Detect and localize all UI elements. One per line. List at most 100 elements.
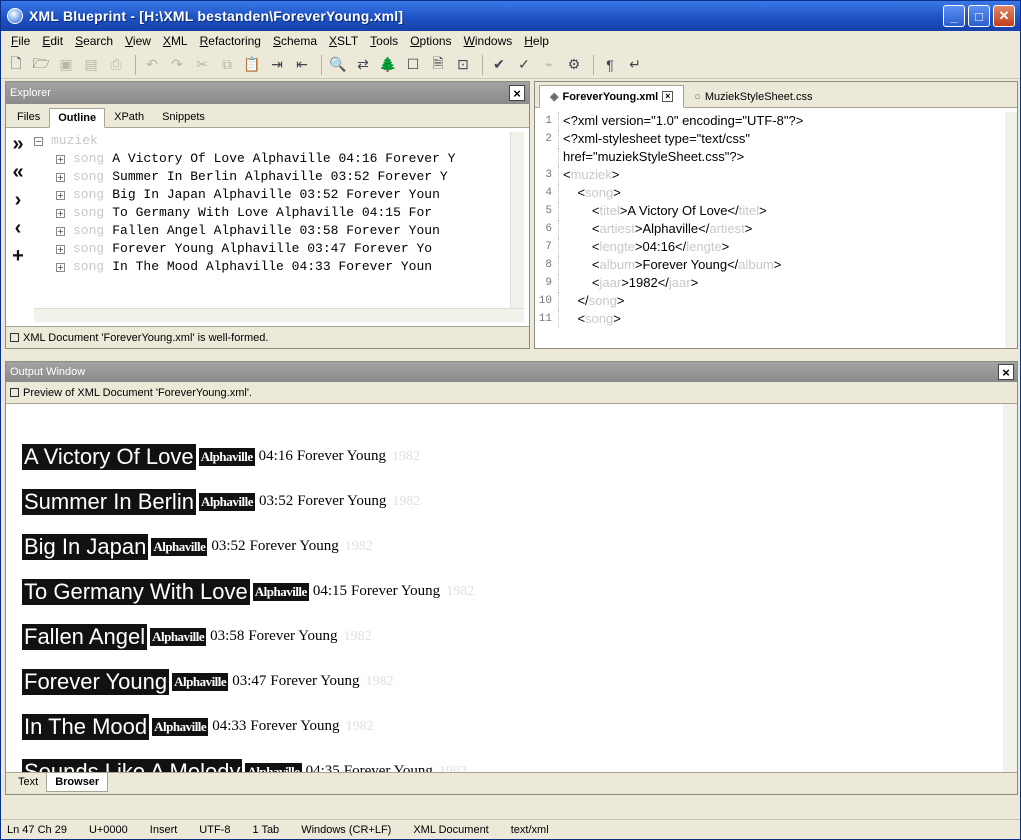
line-content: <lengte>04:16</lengte> xyxy=(563,238,729,256)
menu-view[interactable]: View xyxy=(119,34,157,48)
checkmark-green-icon[interactable]: ✓ xyxy=(513,54,535,76)
xml-tag-name: titel xyxy=(738,203,759,218)
status-item: U+0000 xyxy=(88,823,128,836)
xml-text: > xyxy=(758,203,767,218)
paste-icon[interactable]: 📋 xyxy=(241,54,263,76)
tree-root-tag: muziek xyxy=(51,133,98,148)
expand-icon[interactable]: › xyxy=(6,186,30,214)
wrap-icon[interactable]: ↵ xyxy=(624,54,646,76)
code-line: 10 </song> xyxy=(535,292,1005,310)
menu-help[interactable]: Help xyxy=(518,34,555,48)
save-all-icon[interactable]: ▤ xyxy=(80,54,102,76)
menu-windows[interactable]: Windows xyxy=(458,34,519,48)
find-icon[interactable]: 🔍 xyxy=(327,54,349,76)
menu-file[interactable]: File xyxy=(5,34,36,48)
xml-text: <?xml version="1.0" encoding="UTF-8"?> xyxy=(563,113,804,128)
menu-xml[interactable]: XML xyxy=(157,34,194,48)
outline-horizontal-scrollbar[interactable] xyxy=(34,308,524,322)
menu-xslt[interactable]: XSLT xyxy=(323,34,364,48)
tab-outline[interactable]: Outline xyxy=(49,108,106,128)
tree-row-song[interactable]: + song Forever Young Alphaville 03:47 Fore… xyxy=(34,240,508,258)
box-icon[interactable]: ☐ xyxy=(402,54,424,76)
tree-row-tag: song xyxy=(73,169,105,184)
code-vertical-scrollbar[interactable] xyxy=(1005,112,1017,348)
tab-xpath[interactable]: XPath xyxy=(105,107,153,127)
status-bar: Ln 47 Ch 29 U+0000 Insert UTF-8 1 Tab Windows… xyxy=(1,819,1020,839)
open-file-icon[interactable]: 🗁 xyxy=(30,54,52,76)
expand-node-icon[interactable]: + xyxy=(56,244,65,254)
xsl-icon[interactable]: ⌁ xyxy=(538,54,560,76)
tab-browser[interactable]: Browser xyxy=(46,773,109,792)
tree-row-song[interactable]: + song In The Mood Alphaville 04:33 Foreve… xyxy=(34,258,508,276)
editor-tab-label: MuziekStyleSheet.css xyxy=(704,91,813,103)
code-editor[interactable]: 1 <?xml version="1.0" encoding="UTF-8"?> 2… xyxy=(535,112,1005,348)
output-close-button[interactable]: × xyxy=(998,364,1014,380)
xml-text: > xyxy=(773,257,782,272)
expand-node-icon[interactable]: + xyxy=(56,154,65,164)
song-row: Big In Japan Alphaville 03:52 Forever Young… xyxy=(22,524,1004,569)
tree-icon[interactable]: 🌲 xyxy=(377,54,399,76)
menu-edit[interactable]: Edit xyxy=(36,34,69,48)
code-line: 3 <muziek> xyxy=(535,166,1005,184)
collapse-node-icon[interactable]: − xyxy=(34,136,43,146)
add-node-icon[interactable]: + xyxy=(6,242,30,270)
validate-icon[interactable]: ⊡ xyxy=(452,54,474,76)
editor-tab[interactable]: ○ MuziekStyleSheet.css xyxy=(684,87,822,107)
expand-node-icon[interactable]: + xyxy=(56,262,65,272)
tree-row-song[interactable]: + song Fallen Angel Alphaville 03:58 Forev… xyxy=(34,222,508,240)
checkmark-icon[interactable]: ✔ xyxy=(488,54,510,76)
cut-icon[interactable]: ✂ xyxy=(191,54,213,76)
song-title: A Victory Of Love xyxy=(22,443,196,470)
song-row: In The Mood Alphaville 04:33 Forever Young 1… xyxy=(22,704,1004,749)
document-check-icon[interactable]: 🗎 xyxy=(427,54,449,76)
copy-icon[interactable]: ⧉ xyxy=(216,54,238,76)
collapse-all-icon[interactable]: « xyxy=(6,158,30,186)
tree-row-song[interactable]: + song A Victory Of Love Alphaville 04:16 … xyxy=(34,150,508,168)
preview-vertical-scrollbar[interactable] xyxy=(1003,404,1017,776)
menu-search[interactable]: Search xyxy=(69,34,119,48)
menu-tools[interactable]: Tools xyxy=(364,34,404,48)
tab-snippets[interactable]: Snippets xyxy=(153,107,214,127)
app-icon xyxy=(7,8,23,24)
css-file-icon: ○ xyxy=(694,91,701,103)
expand-node-icon[interactable]: + xyxy=(56,226,65,236)
tree-row-song[interactable]: + song To Germany With Love Alphaville 04:… xyxy=(34,204,508,222)
title-bar[interactable]: XML Blueprint - [H:\XML bestanden\Foreve… xyxy=(1,1,1020,31)
print-icon[interactable]: ⎙ xyxy=(105,54,127,76)
outdent-icon[interactable]: ⇤ xyxy=(291,54,313,76)
menu-schema[interactable]: Schema xyxy=(267,34,323,48)
undo-icon[interactable]: ↶ xyxy=(141,54,163,76)
xml-tag-name: jaar xyxy=(599,275,622,290)
explorer-tabs: Files Outline XPath Snippets xyxy=(6,104,529,128)
tree-row-song[interactable]: + song Summer In Berlin Alphaville 03:52 F… xyxy=(34,168,508,186)
xml-tag-name: song xyxy=(585,311,614,326)
explorer-close-button[interactable]: × xyxy=(509,85,525,101)
tab-close-icon[interactable]: × xyxy=(662,91,674,102)
menu-refactoring[interactable]: Refactoring xyxy=(194,34,267,48)
song-artist: Alphaville xyxy=(252,582,309,601)
new-file-icon[interactable]: 🗋 xyxy=(5,54,27,76)
close-button[interactable]: ✕ xyxy=(993,5,1015,27)
expand-node-icon[interactable]: + xyxy=(56,208,65,218)
tree-root[interactable]: − muziek xyxy=(34,132,508,150)
redo-icon[interactable]: ↷ xyxy=(166,54,188,76)
editor-tab[interactable]: ◈ ForeverYoung.xml × xyxy=(539,85,685,108)
transform-icon[interactable]: ⚙ xyxy=(563,54,585,76)
tree-row-text: Big In Japan Alphaville 03:52 Forever Yo… xyxy=(112,187,440,202)
tree-row-song[interactable]: + song Big In Japan Alphaville 03:52 Forev… xyxy=(34,186,508,204)
expand-all-icon[interactable]: » xyxy=(6,130,30,158)
tab-text[interactable]: Text xyxy=(10,773,46,791)
pilcrow-icon[interactable]: ¶ xyxy=(599,54,621,76)
replace-icon[interactable]: ⇄ xyxy=(352,54,374,76)
indent-icon[interactable]: ⇥ xyxy=(266,54,288,76)
save-icon[interactable]: ▣ xyxy=(55,54,77,76)
outline-vertical-scrollbar[interactable] xyxy=(510,132,524,308)
xml-text: > xyxy=(611,167,620,182)
minimize-button[interactable]: _ xyxy=(943,5,965,27)
expand-node-icon[interactable]: + xyxy=(56,190,65,200)
menu-options[interactable]: Options xyxy=(404,34,457,48)
maximize-button[interactable]: □ xyxy=(968,5,990,27)
expand-node-icon[interactable]: + xyxy=(56,172,65,182)
tab-files[interactable]: Files xyxy=(8,107,49,127)
collapse-icon[interactable]: ‹ xyxy=(6,214,30,242)
